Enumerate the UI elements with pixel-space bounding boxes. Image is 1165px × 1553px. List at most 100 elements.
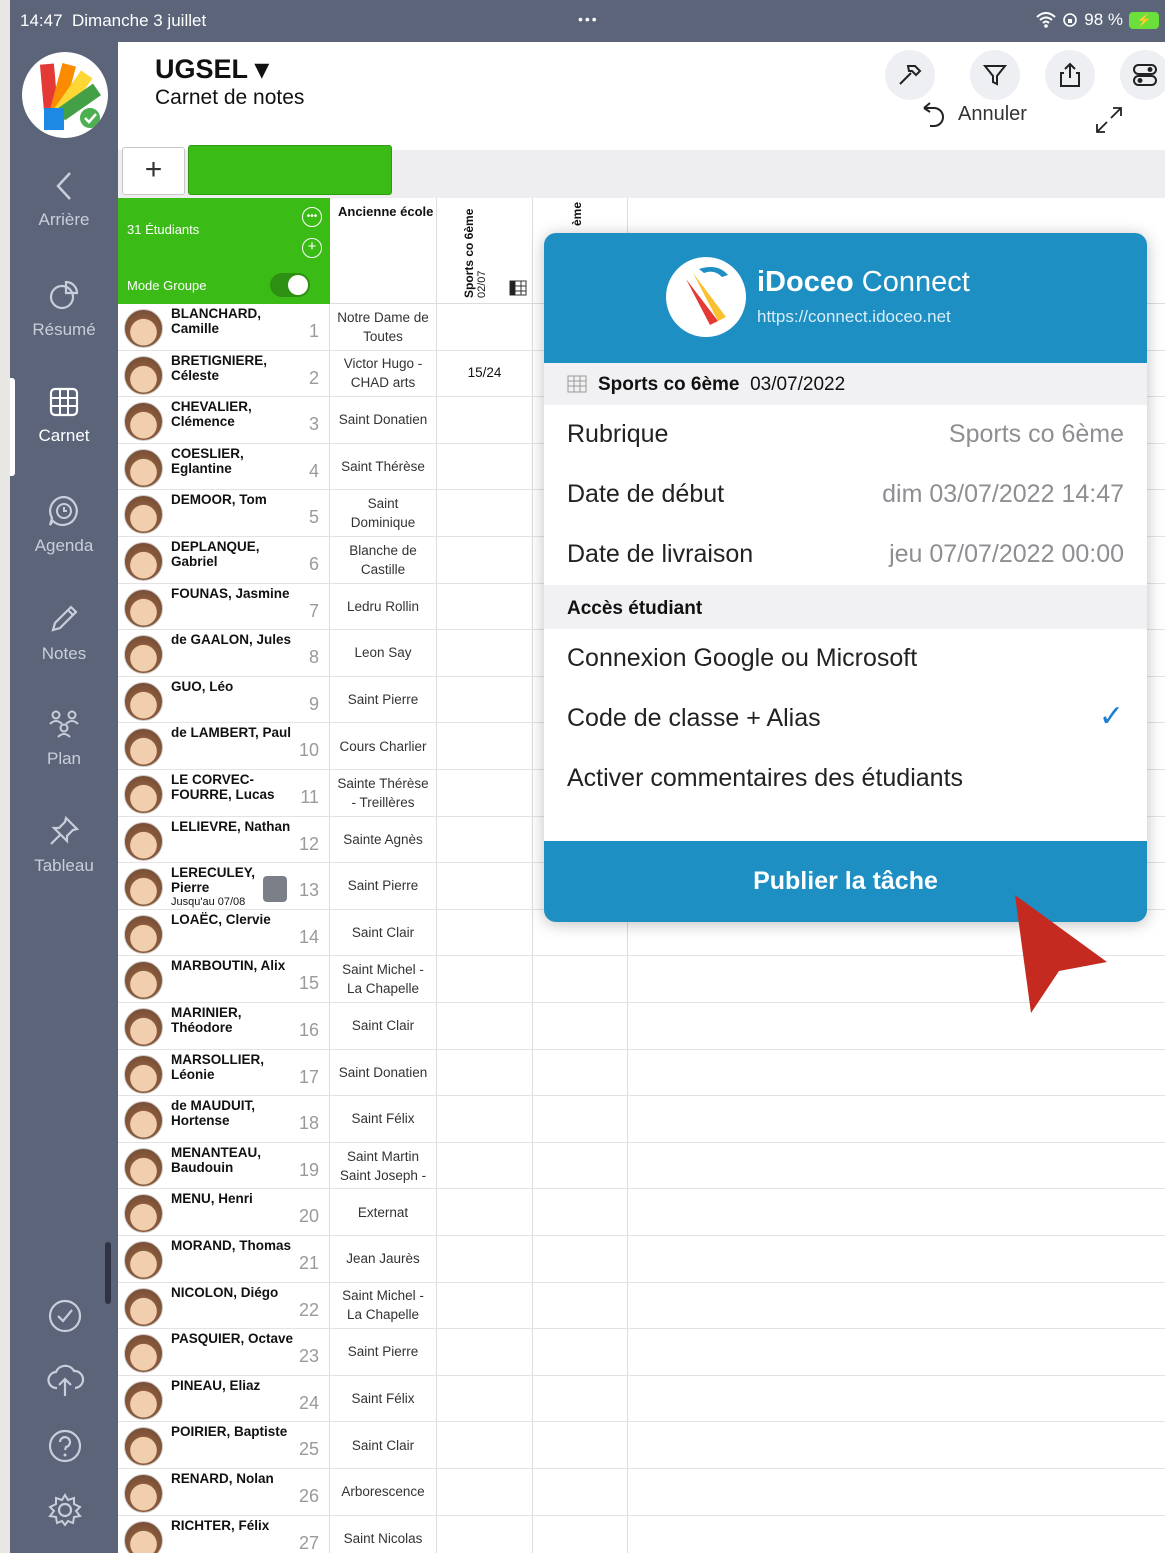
filter-button[interactable] xyxy=(970,50,1020,100)
student-cell[interactable]: RENARD, Nolan 26 xyxy=(118,1469,330,1515)
school-cell[interactable]: Saint Pierre xyxy=(330,863,437,909)
avatar[interactable] xyxy=(124,1054,163,1094)
grade-cell[interactable] xyxy=(437,1515,533,1553)
student-cell[interactable]: LE CORVEC-FOURRE, Lucas 11 xyxy=(118,770,330,816)
student-cell[interactable]: MARINIER, Théodore 16 xyxy=(118,1003,330,1049)
grade-cell[interactable] xyxy=(437,1375,533,1422)
student-cell[interactable]: COESLIER, Eglantine 4 xyxy=(118,443,330,490)
table-row[interactable]: MENANTEAU, Baudouin 19 Saint Martin Saint … xyxy=(118,1142,1165,1190)
grade-cell[interactable] xyxy=(533,1049,628,1096)
settings-toggle-button[interactable] xyxy=(1120,50,1165,100)
grade-cell[interactable] xyxy=(437,630,533,676)
grade-cell[interactable] xyxy=(533,1282,628,1329)
grade-cell[interactable] xyxy=(437,770,533,816)
sidebar-scrollbar[interactable] xyxy=(105,1242,111,1304)
avatar[interactable] xyxy=(124,495,163,535)
grade-cell[interactable] xyxy=(533,1515,628,1553)
multitask-dots[interactable]: ••• xyxy=(578,11,599,27)
table-row[interactable]: RENARD, Nolan 26 Arborescence xyxy=(118,1469,1165,1516)
table-row[interactable]: MENU, Henri 20 Externat xyxy=(118,1189,1165,1236)
school-cell[interactable]: Victor Hugo - CHAD arts xyxy=(330,350,437,397)
school-cell[interactable]: Saint Clair xyxy=(330,909,437,956)
student-cell[interactable]: MENANTEAU, Baudouin 19 xyxy=(118,1142,330,1189)
avatar[interactable] xyxy=(124,914,163,954)
grade-cell[interactable] xyxy=(533,1142,628,1189)
tools-button[interactable] xyxy=(885,50,935,100)
avatar[interactable] xyxy=(124,355,163,395)
table-row[interactable]: NICOLON, Diégo 22 Saint Michel - La Chapel… xyxy=(118,1282,1165,1330)
school-cell[interactable]: Saint Clair xyxy=(330,1003,437,1049)
undo-button[interactable]: Annuler xyxy=(920,100,1027,128)
grade-cell[interactable] xyxy=(437,1189,533,1235)
sidebar-item-agenda[interactable]: Agenda xyxy=(10,494,118,556)
avatar[interactable] xyxy=(124,1287,163,1327)
start-date-row[interactable]: Date de début dim 03/07/2022 14:47 xyxy=(544,465,1147,525)
school-cell[interactable]: Saint Félix xyxy=(330,1096,437,1142)
expand-icon[interactable] xyxy=(1093,104,1125,136)
student-cell[interactable]: PINEAU, Eliaz 24 xyxy=(118,1375,330,1422)
table-row[interactable]: de MAUDUIT, Hortense 18 Saint Félix xyxy=(118,1096,1165,1143)
school-cell[interactable]: Saint Félix xyxy=(330,1375,437,1422)
school-cell[interactable]: Arborescence xyxy=(330,1469,437,1515)
group-mode-toggle[interactable] xyxy=(270,273,310,297)
school-cell[interactable]: Sainte Agnès xyxy=(330,816,437,863)
due-date-row[interactable]: Date de livraison jeu 07/07/2022 00:00 xyxy=(544,525,1147,585)
student-cell[interactable]: PASQUIER, Octave 23 xyxy=(118,1329,330,1375)
school-cell[interactable]: Jean Jaurès xyxy=(330,1236,437,1282)
student-cell[interactable]: CHEVALIER, Clémence 3 xyxy=(118,397,330,443)
grade-cell[interactable] xyxy=(533,1189,628,1235)
avatar[interactable] xyxy=(124,309,163,348)
grade-cell[interactable] xyxy=(533,1096,628,1142)
grade-cell[interactable] xyxy=(437,909,533,956)
student-comments-option[interactable]: Activer commentaires des étudiants xyxy=(544,749,1147,809)
checkmark-circle-icon[interactable] xyxy=(47,1298,83,1334)
more-icon[interactable]: ••• xyxy=(302,207,322,227)
student-cell[interactable]: MARSOLLIER, Léonie 17 xyxy=(118,1049,330,1096)
student-cell[interactable]: MENU, Henri 20 xyxy=(118,1189,330,1235)
grade-cell[interactable] xyxy=(437,863,533,909)
sidebar-item-board[interactable]: Tableau xyxy=(10,814,118,876)
school-cell[interactable]: Saint Clair xyxy=(330,1422,437,1468)
student-cell[interactable]: de LAMBERT, Paul 10 xyxy=(118,723,330,769)
medical-note-icon[interactable] xyxy=(263,876,287,903)
app-logo-icon[interactable] xyxy=(22,52,108,138)
table-row[interactable]: PINEAU, Eliaz 24 Saint Félix xyxy=(118,1375,1165,1423)
gear-icon[interactable] xyxy=(47,1492,83,1528)
grade-cell[interactable] xyxy=(437,537,533,583)
grade-cell[interactable] xyxy=(437,676,533,723)
avatar[interactable] xyxy=(124,1520,163,1553)
avatar[interactable] xyxy=(124,1147,163,1187)
grade-cell[interactable] xyxy=(437,1049,533,1096)
table-row[interactable]: MARSOLLIER, Léonie 17 Saint Donatien xyxy=(118,1049,1165,1097)
student-cell[interactable]: BLANCHARD, Camille 1 xyxy=(118,304,330,350)
student-cell[interactable]: LERECULEY, Pierre Jusqu'au 07/08 13 xyxy=(118,863,330,909)
avatar[interactable] xyxy=(124,961,163,1001)
student-cell[interactable]: DEPLANQUE, Gabriel 6 xyxy=(118,537,330,583)
grade-cell[interactable] xyxy=(533,1236,628,1282)
grade-cell[interactable] xyxy=(533,1422,628,1468)
grade-cell[interactable] xyxy=(533,1003,628,1049)
add-icon[interactable]: + xyxy=(302,238,322,258)
table-row[interactable]: MARINIER, Théodore 16 Saint Clair xyxy=(118,1003,1165,1050)
avatar[interactable] xyxy=(124,402,163,442)
table-row[interactable]: PASQUIER, Octave 23 Saint Pierre xyxy=(118,1329,1165,1376)
avatar[interactable] xyxy=(124,728,163,768)
school-cell[interactable]: Saint Martin Saint Joseph - xyxy=(330,1142,437,1189)
student-cell[interactable]: DEMOOR, Tom 5 xyxy=(118,490,330,536)
grade-cell[interactable] xyxy=(437,304,533,350)
grade-cell[interactable] xyxy=(437,443,533,490)
avatar[interactable] xyxy=(124,1194,163,1234)
avatar[interactable] xyxy=(124,635,163,675)
school-cell[interactable]: Saint Michel - La Chapelle xyxy=(330,956,437,1002)
grade-cell[interactable] xyxy=(437,490,533,536)
school-cell[interactable]: Leon Say xyxy=(330,630,437,676)
student-cell[interactable]: de MAUDUIT, Hortense 18 xyxy=(118,1096,330,1142)
grade-cell[interactable] xyxy=(437,1003,533,1049)
add-tab-button[interactable]: + xyxy=(122,147,185,195)
avatar[interactable] xyxy=(124,681,163,721)
avatar[interactable] xyxy=(124,588,163,628)
grade-cell[interactable] xyxy=(437,1469,533,1515)
grade-cell[interactable] xyxy=(437,1282,533,1329)
avatar[interactable] xyxy=(124,775,163,814)
sidebar-item-back[interactable]: Arrière xyxy=(10,170,118,230)
